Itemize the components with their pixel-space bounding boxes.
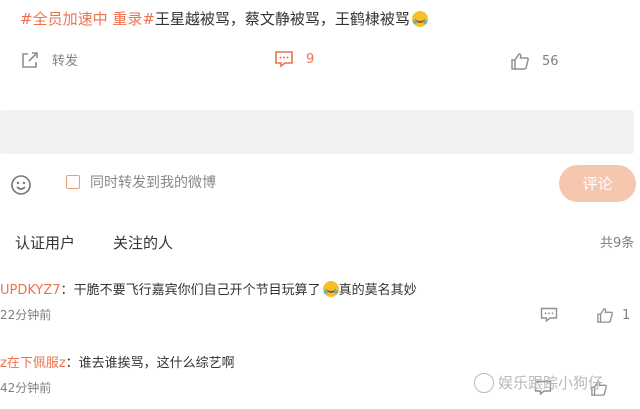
share-label: 转发	[52, 54, 79, 69]
tab-followed[interactable]: 关注的人	[113, 232, 173, 253]
watermark-text: 娱乐跟踪小狗仔	[498, 374, 604, 392]
comment-time: 22分钟前	[0, 308, 52, 322]
like-count: 56	[542, 53, 559, 69]
thumbs-up-icon	[511, 53, 529, 70]
submit-comment-button[interactable]: 评论	[559, 165, 636, 202]
post-topic-tag[interactable]: #全员加速中 重录#	[20, 10, 155, 28]
comment-text: UPDKYZ7：干脆不要飞行嘉宾你们自己开个节目玩算了 真的莫名其妙	[0, 281, 417, 298]
tab-verified-users[interactable]: 认证用户	[15, 232, 75, 253]
reply-button[interactable]	[540, 307, 558, 323]
comment-time: 42分钟前	[0, 381, 52, 395]
forward-checkbox-label: 同时转发到我的微博	[90, 175, 216, 191]
comment-text: z在下佩服z：谁去谁挨骂，这什么综艺啊	[0, 356, 235, 371]
comment-icon	[275, 51, 293, 68]
comment-username[interactable]: UPDKYZ7	[0, 283, 61, 298]
comment-button[interactable]: 9	[274, 50, 314, 68]
post-body: 王星越被骂，蔡文静被骂，王鹤棣被骂	[154, 10, 410, 28]
comment-username[interactable]: z在下佩服z	[0, 356, 66, 371]
comment-like-button[interactable]: 1	[596, 307, 630, 323]
watermark-logo-icon	[474, 372, 494, 393]
laugh-cry-emoji-icon	[411, 11, 428, 27]
share-button[interactable]: 转发	[20, 50, 78, 69]
emoji-picker-button[interactable]	[10, 174, 32, 200]
smile-icon	[11, 175, 31, 195]
comment-count: 9	[306, 51, 315, 67]
thumbs-up-icon	[597, 308, 613, 323]
comment-like-count: 1	[622, 307, 631, 323]
post-text: #全员加速中 重录#王星越被骂，蔡文静被骂，王鹤棣被骂	[20, 8, 428, 30]
forward-checkbox[interactable]	[66, 175, 80, 189]
laugh-cry-emoji-icon	[322, 281, 339, 297]
watermark: 娱乐跟踪小狗仔	[474, 372, 603, 393]
forward-to-weibo-option[interactable]: 同时转发到我的微博	[66, 172, 216, 192]
like-button[interactable]: 56	[510, 52, 559, 70]
share-icon	[22, 51, 38, 68]
total-comment-count: 共9条	[600, 236, 635, 251]
comment-input[interactable]	[0, 110, 634, 154]
comment-icon	[540, 307, 558, 323]
